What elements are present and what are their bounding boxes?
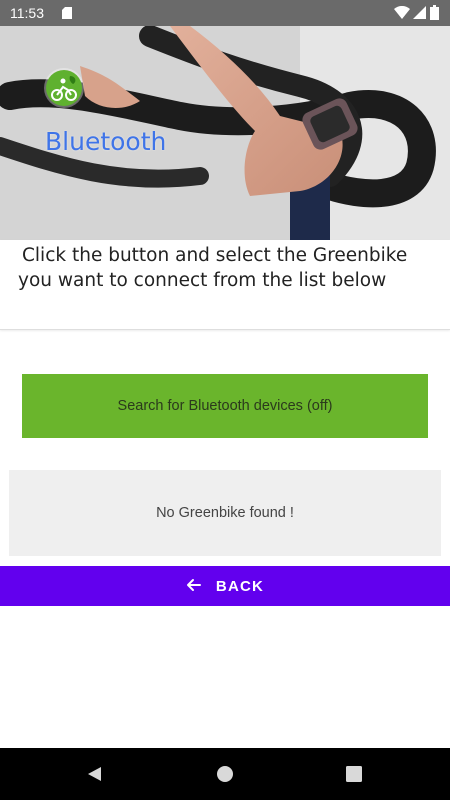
header-banner: Bluetooth — [0, 26, 450, 240]
instruction-text: Click the button and select the Greenbik… — [18, 245, 408, 291]
bike-leaf-logo-icon — [46, 70, 82, 106]
status-bar: 11:53 — [0, 0, 450, 26]
search-bluetooth-button[interactable]: Search for Bluetooth devices (off) — [22, 374, 428, 438]
device-list: No Greenbike found ! — [9, 470, 441, 556]
page-title: Bluetooth — [45, 127, 167, 156]
sd-card-icon — [62, 7, 72, 19]
signal-icon — [413, 6, 426, 19]
status-time: 11:53 — [10, 5, 44, 21]
instruction-card: Click the button and select the Greenbik… — [0, 240, 450, 330]
nav-home-icon[interactable] — [216, 765, 234, 783]
wifi-icon — [394, 6, 410, 19]
nav-back-icon[interactable] — [86, 765, 104, 783]
back-button[interactable]: BACK — [0, 566, 450, 606]
arrow-left-icon — [186, 579, 201, 591]
nav-recents-icon[interactable] — [346, 766, 362, 782]
system-nav-bar — [0, 748, 450, 800]
battery-icon — [430, 5, 439, 20]
back-button-label: BACK — [215, 577, 265, 595]
empty-state-text: No Greenbike found ! — [156, 505, 294, 521]
